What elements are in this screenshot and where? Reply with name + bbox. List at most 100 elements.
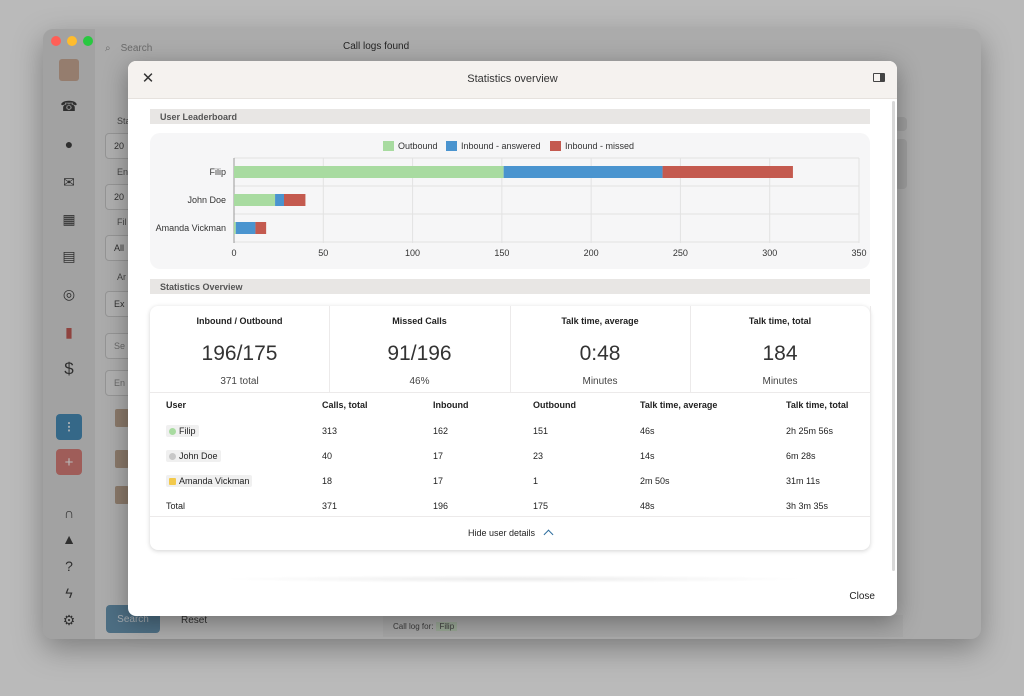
stat-subtitle: 46% bbox=[409, 376, 430, 387]
category-label: Amanda Vickman bbox=[156, 223, 226, 233]
window-controls bbox=[51, 36, 93, 46]
column-header-inbound: Inbound bbox=[433, 400, 469, 410]
column-header-user: User bbox=[166, 400, 187, 410]
total-row-label: Total bbox=[166, 501, 186, 511]
bar-segment bbox=[234, 194, 276, 206]
x-tick-label: 150 bbox=[494, 248, 509, 258]
total-cell-outbound: 175 bbox=[533, 501, 549, 511]
leaderboard-chart-card: 0 50 100 150 200 250 300 350 Filip John Doe Amanda… bbox=[150, 133, 870, 269]
legend-label: Outbound bbox=[398, 141, 438, 151]
table-cell-talk-average: 2m 50s bbox=[640, 476, 670, 486]
table-cell-talk-total: 6m 28s bbox=[786, 451, 816, 461]
modal-scrollbar[interactable] bbox=[892, 101, 895, 571]
statistics-modal: ✕ Statistics overview User Leaderboard 0… bbox=[128, 61, 897, 616]
table-cell-inbound: 17 bbox=[433, 476, 444, 486]
table-cell-inbound: 17 bbox=[433, 451, 444, 461]
table-cell-inbound: 162 bbox=[433, 426, 449, 436]
hide-user-details-label: Hide user details bbox=[467, 528, 536, 538]
legend-label: Inbound - missed bbox=[565, 141, 634, 151]
table-cell-talk-average: 46s bbox=[640, 426, 655, 436]
stat-value: 184 bbox=[762, 342, 798, 365]
user-color-dot bbox=[169, 452, 176, 460]
legend-label: Inbound - answered bbox=[461, 141, 541, 151]
stat-value: 196/175 bbox=[201, 342, 278, 365]
leaderboard-chart: 0 50 100 150 200 250 300 350 Filip John Doe Amanda… bbox=[156, 141, 867, 258]
table-cell-outbound: 1 bbox=[533, 476, 539, 486]
stat-missed-calls: Missed Calls 91/196 46% bbox=[329, 306, 511, 392]
legend-swatch bbox=[446, 141, 457, 151]
bar-segment bbox=[275, 194, 284, 206]
column-header-talk-total: Talk time, total bbox=[786, 400, 849, 410]
table-cell-calls: 40 bbox=[322, 451, 333, 461]
column-header-outbound: Outbound bbox=[533, 400, 576, 410]
overview-header: Statistics Overview bbox=[150, 279, 870, 294]
close-button[interactable]: Close bbox=[849, 591, 875, 602]
close-window-button[interactable] bbox=[51, 36, 61, 46]
bar-segment bbox=[234, 166, 504, 178]
stat-inbound-outbound: Inbound / Outbound 196/175 371 total bbox=[150, 306, 330, 392]
stat-title: Missed Calls bbox=[392, 316, 447, 326]
x-tick-label: 250 bbox=[673, 248, 688, 258]
bar-segment bbox=[234, 222, 236, 234]
user-color-dot bbox=[169, 427, 176, 435]
user-name: Filip bbox=[179, 426, 196, 436]
bar-segment bbox=[235, 222, 256, 234]
total-cell-calls: 371 bbox=[322, 501, 338, 511]
stat-value: 0:48 bbox=[579, 342, 621, 365]
table-cell-calls: 313 bbox=[322, 426, 338, 436]
total-cell-talk-average: 48s bbox=[640, 501, 655, 511]
table-cell-talk-total: 31m 11s bbox=[786, 476, 820, 486]
stat-subtitle: Minutes bbox=[762, 376, 798, 387]
user-name: Amanda Vickman bbox=[179, 476, 250, 486]
statistics-card: Inbound / Outbound 196/175 371 total Mis… bbox=[150, 306, 871, 550]
bar-segment bbox=[503, 166, 663, 178]
table-row-user: Amanda Vickman bbox=[166, 475, 253, 487]
table-cell-talk-total: 2h 25m 56s bbox=[786, 426, 834, 436]
user-chip: Filip bbox=[166, 425, 199, 437]
leaderboard-header: User Leaderboard bbox=[150, 109, 870, 124]
x-tick-label: 50 bbox=[318, 248, 328, 258]
modal-title: Statistics overview bbox=[467, 73, 558, 85]
user-color-dot bbox=[169, 477, 176, 485]
sidebar-toggle-icon[interactable] bbox=[873, 73, 885, 82]
modal-header: ✕ Statistics overview bbox=[128, 61, 897, 99]
stat-title: Inbound / Outbound bbox=[196, 316, 283, 326]
table-cell-calls: 18 bbox=[322, 476, 333, 486]
x-tick-label: 200 bbox=[584, 248, 599, 258]
x-tick-label: 300 bbox=[762, 248, 777, 258]
table-cell-talk-average: 14s bbox=[640, 451, 655, 461]
user-chip: John Doe bbox=[166, 450, 221, 462]
stat-value: 91/196 bbox=[387, 342, 452, 365]
column-header-talk-average: Talk time, average bbox=[640, 400, 718, 410]
table-cell-outbound: 23 bbox=[533, 451, 544, 461]
stat-talk-total: Talk time, total 184 Minutes bbox=[690, 306, 871, 392]
table-cell-outbound: 151 bbox=[533, 426, 549, 436]
minimize-window-button[interactable] bbox=[67, 36, 77, 46]
category-label: John Doe bbox=[187, 195, 226, 205]
divider bbox=[150, 392, 870, 393]
chevron-up-icon bbox=[543, 529, 554, 540]
x-tick-label: 100 bbox=[405, 248, 420, 258]
stat-title: Talk time, total bbox=[748, 316, 812, 326]
divider bbox=[150, 516, 870, 517]
total-cell-inbound: 196 bbox=[433, 501, 449, 511]
total-cell-talk-total: 3h 3m 35s bbox=[786, 501, 829, 511]
stat-talk-average: Talk time, average 0:48 Minutes bbox=[510, 306, 691, 392]
table-row-user: John Doe bbox=[166, 450, 221, 462]
stat-title: Talk time, average bbox=[561, 316, 639, 326]
stat-subtitle: 371 total bbox=[220, 376, 259, 387]
scroll-fade bbox=[218, 575, 808, 583]
x-tick-label: 0 bbox=[231, 248, 236, 258]
stat-subtitle: Minutes bbox=[582, 376, 618, 387]
category-label: Filip bbox=[209, 167, 226, 177]
bar-segment bbox=[662, 166, 793, 178]
x-tick-label: 350 bbox=[851, 248, 866, 258]
user-chip: Amanda Vickman bbox=[166, 475, 253, 487]
bar-segment bbox=[284, 194, 306, 206]
legend-swatch bbox=[550, 141, 561, 151]
legend-swatch bbox=[383, 141, 394, 151]
hide-user-details-toggle[interactable]: Hide user details bbox=[150, 528, 870, 540]
maximize-window-button[interactable] bbox=[83, 36, 93, 46]
column-header-calls: Calls, total bbox=[322, 400, 368, 410]
user-name: John Doe bbox=[179, 451, 218, 461]
